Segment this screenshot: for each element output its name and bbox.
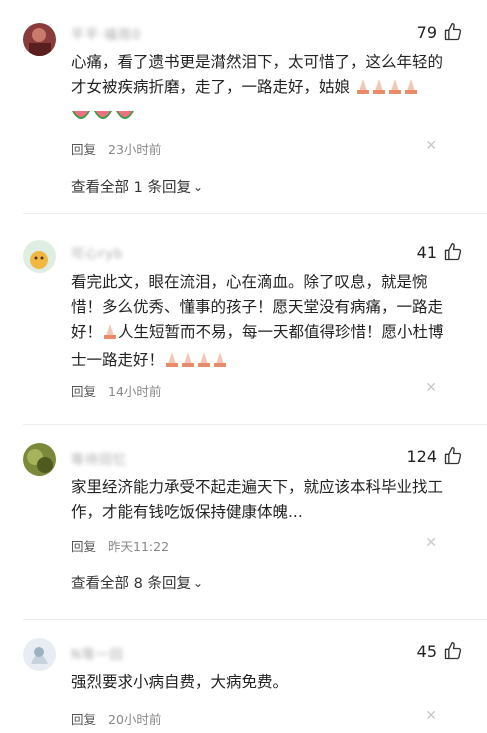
avatar[interactable] — [23, 443, 56, 476]
thumbs-up-icon[interactable] — [443, 22, 463, 42]
username[interactable]: N等一回 — [71, 644, 124, 663]
view-all-replies-label: 查看全部 1 条回复 — [71, 180, 191, 196]
like-count: 79 — [416, 23, 437, 42]
comment-meta: 回复 20小时前 — [71, 709, 161, 728]
reply-button[interactable]: 回复 — [71, 384, 96, 399]
close-icon[interactable]: ✕ — [425, 708, 437, 724]
comment-item: 等待回忆 124 家里经济能力承受不起走遍天下，就应该本科毕业找工作，才能有钱吃… — [0, 425, 487, 625]
comment-item: N等一回 45 强烈要求小病自费，大病免费。 回复 20小时前 ✕ — [0, 620, 487, 733]
comment-meta: 回复 昨天11:22 — [71, 536, 169, 555]
timestamp: 14小时前 — [108, 384, 162, 399]
view-all-replies[interactable]: 查看全部 1 条回复 ⌄ — [71, 176, 203, 197]
chevron-down-icon: ⌄ — [192, 576, 204, 590]
praying-hands-emoji — [164, 350, 228, 376]
comment-text: 心痛，看了遗书更是潸然泪下，太可惜了，这么年轻的才女被疾病折磨，走了，一路走好，… — [71, 50, 451, 131]
reply-button[interactable]: 回复 — [71, 712, 96, 727]
like-count: 45 — [416, 642, 437, 661]
avatar[interactable] — [23, 23, 56, 56]
divider — [23, 213, 487, 214]
comment-text-body: 强烈要求小病自费，大病免费。 — [71, 673, 289, 691]
username[interactable]: 等待回忆 — [71, 449, 127, 468]
close-icon[interactable]: ✕ — [425, 535, 437, 551]
comment-meta: 回复 14小时前 — [71, 381, 161, 400]
like-count: 41 — [416, 243, 437, 262]
comment-item: 平平·福雨0 79 心痛，看了遗书更是潸然泪下，太可惜了，这么年轻的才女被疾病折… — [0, 0, 487, 230]
close-icon[interactable]: ✕ — [425, 380, 437, 396]
reply-button[interactable]: 回复 — [71, 142, 96, 157]
like-count: 124 — [406, 447, 437, 466]
thumbs-up-icon[interactable] — [443, 242, 463, 262]
chevron-down-icon: ⌄ — [192, 180, 204, 194]
view-all-replies-label: 查看全部 8 条回复 — [71, 576, 191, 592]
thumbs-up-icon[interactable] — [443, 641, 463, 661]
comment-text-body: 人生短暂而不易，每一天都值得珍惜！愿小杜博士一路走好！ — [71, 323, 444, 369]
comment-meta: 回复 23小时前 — [71, 139, 161, 158]
comment-item: 可心ryb 41 看完此文，眼在流泪，心在滴血。除了叹息，就是惋惜！多么优秀、懂… — [0, 230, 487, 420]
comment-text: 强烈要求小病自费，大病免费。 — [71, 670, 451, 695]
thumbs-up-icon[interactable] — [443, 446, 463, 466]
comment-text: 家里经济能力承受不起走遍天下，就应该本科毕业找工作，才能有钱吃饭保持健康体魄..… — [71, 475, 451, 525]
username[interactable]: 平平·福雨0 — [71, 24, 141, 43]
username[interactable]: 可心ryb — [71, 243, 123, 262]
avatar[interactable] — [23, 638, 56, 671]
close-icon[interactable]: ✕ — [425, 138, 437, 154]
praying-hands-emoji — [355, 77, 419, 103]
watermelon-emoji — [71, 105, 137, 131]
comment-text: 看完此文，眼在流泪，心在滴血。除了叹息，就是惋惜！多么优秀、懂事的孩子！愿天堂没… — [71, 270, 451, 376]
comment-text-body: 家里经济能力承受不起走遍天下，就应该本科毕业找工作，才能有钱吃饭保持健康体魄..… — [71, 478, 444, 521]
timestamp: 昨天11:22 — [108, 539, 170, 554]
timestamp: 20小时前 — [108, 712, 162, 727]
timestamp: 23小时前 — [108, 142, 162, 157]
avatar[interactable] — [23, 240, 56, 273]
praying-hands-emoji — [102, 322, 118, 348]
view-all-replies[interactable]: 查看全部 8 条回复 ⌄ — [71, 572, 203, 593]
reply-button[interactable]: 回复 — [71, 539, 96, 554]
